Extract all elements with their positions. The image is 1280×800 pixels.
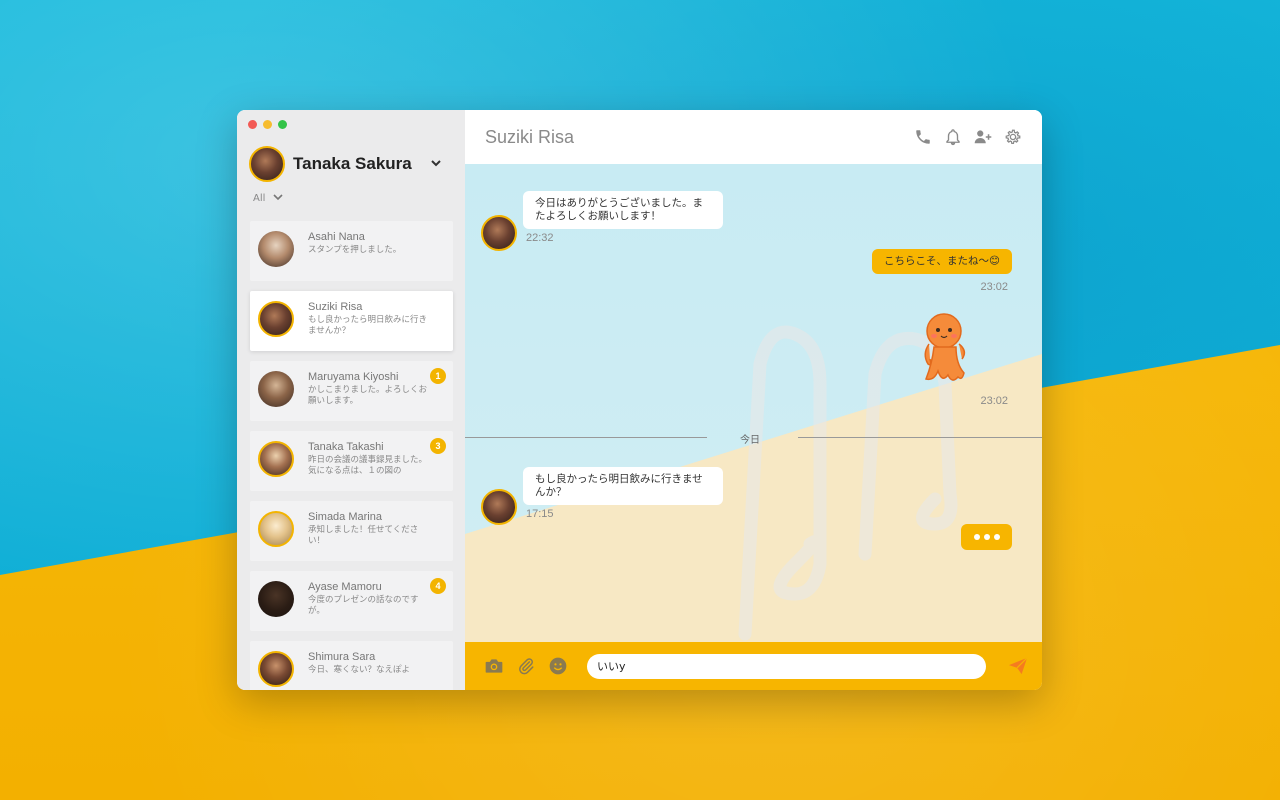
- contact-text: Tanaka Takashi 昨日の会議の議事録見ました。気になる点は、１の図の: [308, 441, 430, 477]
- profile-name: Tanaka Sakura: [293, 154, 412, 173]
- zoom-window-button[interactable]: [278, 120, 287, 129]
- unread-badge: 4: [430, 578, 446, 594]
- message-received: 今日はありがとうございました。またよろしくお願いします！: [523, 191, 723, 229]
- typing-dot: [983, 534, 990, 540]
- chat-panel: Suziki Risa 今日はありがとうございました。またよろしくお願いします！…: [465, 110, 1042, 690]
- contact-item-simada-marina[interactable]: Simada Marina 承知しました！任せてください！: [250, 501, 453, 561]
- contact-item-tanaka-takashi[interactable]: Tanaka Takashi 昨日の会議の議事録見ました。気になる点は、１の図の…: [250, 431, 453, 491]
- contact-text: Asahi Nana スタンプを押しました。: [308, 231, 430, 256]
- chevron-down-icon[interactable]: [430, 157, 442, 171]
- contact-list: Asahi Nana スタンプを押しました。 Suziki Risa もし良かっ…: [250, 221, 453, 690]
- contact-text: Ayase Mamoru 今度のプレゼンの話なのですが。: [308, 581, 430, 617]
- contact-preview: もし良かったら明日飲みに行きませんか？: [308, 315, 428, 336]
- contact-name: Suziki Risa: [308, 301, 363, 313]
- divider-label: 今日: [740, 435, 760, 446]
- message-time: 17:15: [526, 508, 554, 520]
- contact-name: Asahi Nana: [308, 231, 365, 243]
- avatar: [258, 511, 294, 547]
- avatar: [249, 146, 285, 182]
- contact-preview: 承知しました！任せてください！: [308, 525, 419, 546]
- unread-badge: 3: [430, 438, 446, 454]
- minimize-window-button[interactable]: [263, 120, 272, 129]
- message-bubble: 今日はありがとうございました。またよろしくお願いします！: [523, 191, 723, 229]
- contact-name: Ayase Mamoru: [308, 581, 382, 593]
- contact-preview: スタンプを押しました。: [308, 245, 402, 255]
- header-actions: [914, 128, 1022, 146]
- message-received: もし良かったら明日飲みに行きませんか？: [523, 467, 723, 505]
- chat-title: Suziki Risa: [485, 126, 575, 147]
- divider-line-left: [465, 437, 707, 438]
- contact-preview: かしこまりました。よろしくお願いします。: [308, 385, 428, 406]
- message-time: 23:02: [980, 395, 1008, 407]
- typing-dot: [973, 534, 980, 540]
- sender-avatar: [481, 489, 517, 525]
- contact-preview: 今度のプレゼンの話なのですが。: [308, 595, 419, 616]
- contact-item-maruyama-kiyoshi[interactable]: Maruyama Kiyoshi かしこまりました。よろしくお願いします。 1: [250, 361, 453, 421]
- contact-name: Shimura Sara: [308, 651, 376, 663]
- message-area[interactable]: 今日はありがとうございました。またよろしくお願いします！ 22:32 こちらこそ…: [465, 164, 1042, 642]
- bell-icon[interactable]: [944, 128, 962, 146]
- chevron-down-icon[interactable]: [273, 193, 283, 204]
- window-controls: [248, 120, 287, 129]
- chat-app-window: Tanaka Sakura All Asahi Nana スタンプを押しました。: [237, 110, 1042, 690]
- add-user-icon[interactable]: [974, 128, 992, 146]
- contact-name: Maruyama Kiyoshi: [308, 371, 399, 383]
- message-bubble: もし良かったら明日飲みに行きませんか？: [523, 467, 723, 505]
- contact-item-asahi-nana[interactable]: Asahi Nana スタンプを押しました。: [250, 221, 453, 281]
- contact-item-suziki-risa[interactable]: Suziki Risa もし良かったら明日飲みに行きませんか？: [250, 291, 453, 351]
- contact-name: Tanaka Takashi: [308, 441, 384, 453]
- smiley-icon[interactable]: [547, 655, 569, 677]
- paperclip-icon[interactable]: [515, 655, 537, 677]
- contact-filter[interactable]: All: [253, 193, 283, 204]
- avatar: [258, 301, 294, 337]
- filter-label: All: [253, 193, 266, 204]
- contact-text: Maruyama Kiyoshi かしこまりました。よろしくお願いします。: [308, 371, 430, 407]
- sidebar: Tanaka Sakura All Asahi Nana スタンプを押しました。: [237, 110, 465, 690]
- contact-text: Simada Marina 承知しました！任せてください！: [308, 511, 430, 547]
- avatar: [258, 441, 294, 477]
- octopus-sticker: [904, 309, 984, 389]
- avatar: [258, 371, 294, 407]
- message-bubble: こちらこそ、またね〜😊: [872, 249, 1012, 274]
- avatar: [258, 581, 294, 617]
- typing-dot: [993, 534, 1000, 540]
- gear-icon[interactable]: [1004, 128, 1022, 146]
- message-time: 23:02: [980, 281, 1008, 293]
- message-composer: [465, 642, 1042, 690]
- contact-item-shimura-sara[interactable]: Shimura Sara 今日、寒くない？なえぽよ: [250, 641, 453, 690]
- phone-icon[interactable]: [914, 128, 932, 146]
- avatar: [258, 231, 294, 267]
- contact-text: Suziki Risa もし良かったら明日飲みに行きませんか？: [308, 301, 430, 337]
- unread-badge: 1: [430, 368, 446, 384]
- chat-header: Suziki Risa: [465, 110, 1042, 164]
- divider-line-right: [798, 437, 1042, 438]
- contact-preview: 昨日の会議の議事録見ました。気になる点は、１の図の: [308, 455, 428, 476]
- contact-preview: 今日、寒くない？なえぽよ: [308, 665, 411, 675]
- user-profile[interactable]: Tanaka Sakura: [249, 146, 442, 182]
- message-input[interactable]: [587, 653, 986, 679]
- message-time: 22:32: [526, 232, 554, 244]
- contact-name: Simada Marina: [308, 511, 382, 523]
- sender-avatar: [481, 215, 517, 251]
- camera-icon[interactable]: [483, 655, 505, 677]
- date-divider: 今日: [465, 435, 1042, 446]
- typing-indicator: [961, 524, 1012, 550]
- send-icon[interactable]: [1006, 654, 1030, 678]
- contact-item-ayase-mamoru[interactable]: Ayase Mamoru 今度のプレゼンの話なのですが。 4: [250, 571, 453, 631]
- avatar: [258, 651, 294, 687]
- close-window-button[interactable]: [248, 120, 257, 129]
- contact-text: Shimura Sara 今日、寒くない？なえぽよ: [308, 651, 430, 676]
- message-sent: こちらこそ、またね〜😊: [872, 249, 1012, 274]
